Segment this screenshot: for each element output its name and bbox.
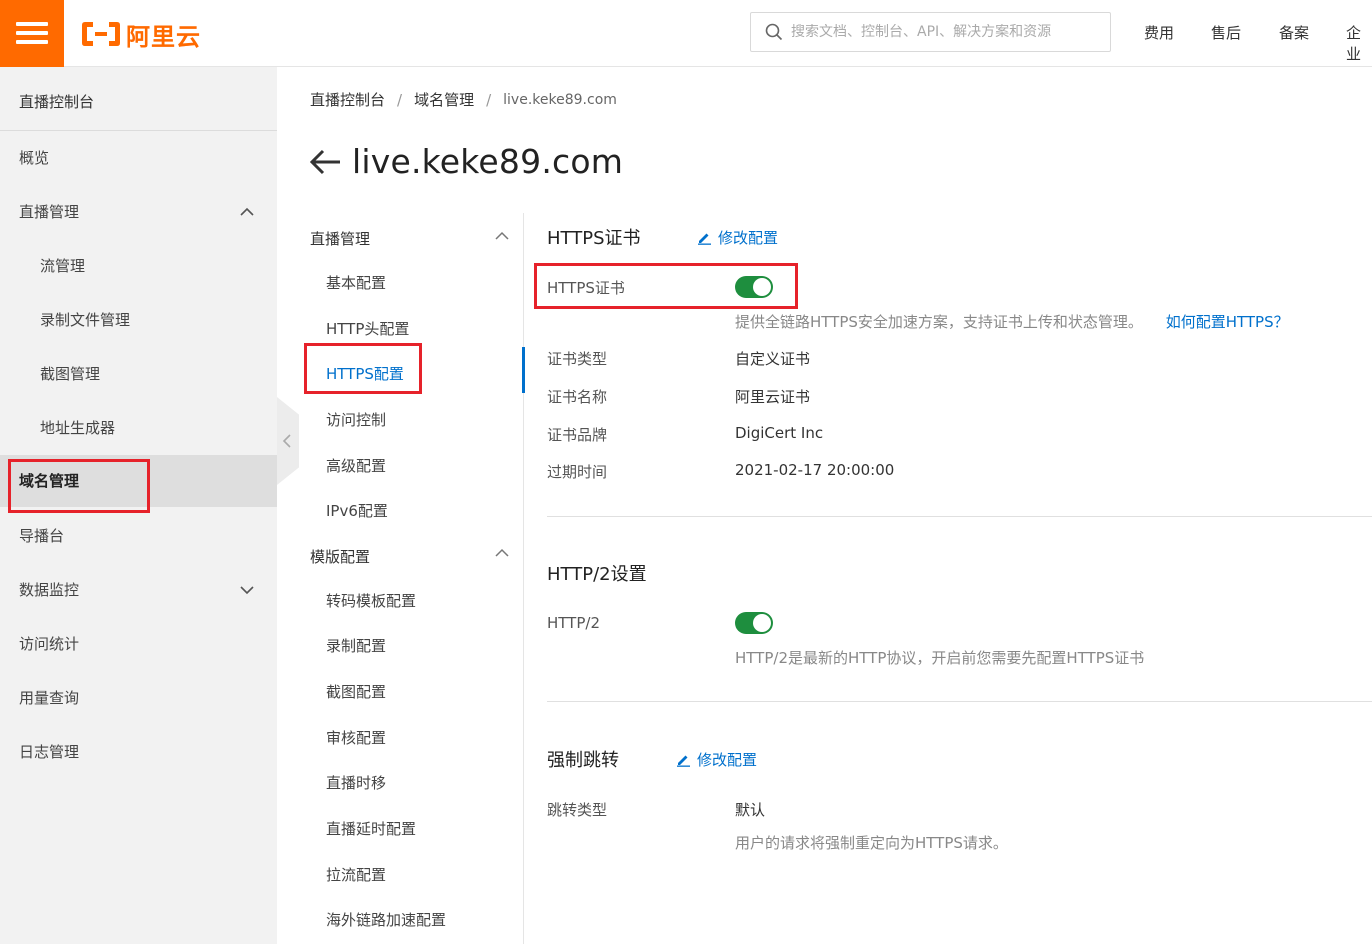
sidebar-item-stream-management[interactable]: 流管理 bbox=[0, 243, 277, 289]
sidebar-item-data-monitoring[interactable]: 数据监控 bbox=[0, 567, 277, 613]
edit-config-label: 修改配置 bbox=[718, 229, 779, 247]
top-bar: 阿里云 费用 售后 备案 企业 bbox=[0, 0, 1372, 67]
page-title: live.keke89.com bbox=[308, 142, 623, 181]
sidebar-item-url-generator[interactable]: 地址生成器 bbox=[0, 405, 277, 451]
http2-toggle[interactable] bbox=[735, 612, 773, 634]
chevron-up-icon[interactable] bbox=[494, 228, 510, 244]
sidebar-item-overview[interactable]: 概览 bbox=[0, 135, 277, 181]
redirect-section-title: 强制跳转 bbox=[547, 750, 619, 771]
https-hint: 提供全链路HTTPS安全加速方案，支持证书上传和状态管理。 如何配置HTTPS？ bbox=[735, 311, 1289, 332]
search-input[interactable] bbox=[791, 24, 1101, 40]
chevron-left-icon bbox=[282, 434, 291, 448]
aliyun-logo[interactable]: 阿里云 bbox=[80, 16, 201, 52]
sidebar-item-live-management[interactable]: 直播管理 bbox=[0, 189, 277, 235]
https-toggle[interactable] bbox=[735, 276, 773, 298]
submenu-pull-stream-config[interactable]: 拉流配置 bbox=[326, 864, 386, 885]
edit-icon bbox=[698, 233, 711, 245]
https-section-title: HTTPS证书 bbox=[547, 228, 641, 249]
breadcrumb-separator: / bbox=[397, 90, 403, 109]
submenu-delay-config[interactable]: 直播延时配置 bbox=[326, 818, 416, 839]
submenu-https-config[interactable]: HTTPS配置 bbox=[326, 363, 404, 384]
section-divider bbox=[547, 516, 1372, 517]
sidebar-title[interactable]: 直播控制台 bbox=[0, 67, 277, 131]
submenu-time-shift[interactable]: 直播时移 bbox=[326, 772, 386, 793]
search-icon bbox=[765, 23, 783, 41]
cert-name-value: 阿里云证书 bbox=[735, 388, 811, 406]
breadcrumb-live-console[interactable]: 直播控制台 bbox=[310, 89, 385, 110]
sidebar: 直播控制台 概览 直播管理 流管理 录制文件管理 截图管理 地址生成器 域名管理… bbox=[0, 67, 277, 944]
submenu-group-live-management[interactable]: 直播管理 bbox=[310, 228, 515, 249]
sidebar-item-access-stats[interactable]: 访问统计 bbox=[0, 621, 277, 667]
breadcrumb-separator: / bbox=[486, 90, 492, 109]
submenu-screenshot-config[interactable]: 截图配置 bbox=[326, 681, 386, 702]
redirect-hint: 用户的请求将强制重定向为HTTPS请求。 bbox=[735, 834, 1008, 852]
sidebar-item-domain-management[interactable]: 域名管理 bbox=[0, 455, 277, 507]
nav-fees[interactable]: 费用 bbox=[1144, 22, 1174, 43]
breadcrumb: 直播控制台 / 域名管理 / live.keke89.com bbox=[310, 89, 617, 110]
aliyun-logo-icon bbox=[82, 22, 120, 46]
back-arrow-icon[interactable] bbox=[308, 147, 342, 177]
nav-filing[interactable]: 备案 bbox=[1279, 22, 1309, 43]
menu-divider bbox=[523, 213, 524, 944]
cert-type-label: 证书类型 bbox=[547, 350, 608, 368]
domain-title: live.keke89.com bbox=[352, 142, 624, 181]
edit-icon bbox=[677, 755, 690, 767]
sidebar-item-log-management[interactable]: 日志管理 bbox=[0, 729, 277, 775]
submenu-overseas-acceleration[interactable]: 海外链路加速配置 bbox=[326, 909, 446, 930]
cert-brand-value: DigiCert Inc bbox=[735, 424, 824, 442]
breadcrumb-domain-management[interactable]: 域名管理 bbox=[414, 89, 474, 110]
expiry-time-value: 2021-02-17 20:00:00 bbox=[735, 461, 895, 479]
toggle-knob bbox=[753, 614, 771, 632]
search-box[interactable] bbox=[750, 12, 1111, 52]
chevron-up-icon[interactable] bbox=[494, 545, 510, 561]
submenu-group-template-config[interactable]: 模版配置 bbox=[310, 546, 515, 567]
logo-text: 阿里云 bbox=[126, 22, 201, 51]
nav-after-sales[interactable]: 售后 bbox=[1211, 22, 1241, 43]
section-divider bbox=[547, 701, 1372, 702]
active-menu-indicator bbox=[522, 347, 525, 393]
cert-name-label: 证书名称 bbox=[547, 388, 608, 406]
http2-toggle-label: HTTP/2 bbox=[547, 614, 600, 632]
chevron-up-icon[interactable] bbox=[239, 204, 255, 220]
submenu-access-control[interactable]: 访问控制 bbox=[326, 409, 386, 430]
redirect-type-value: 默认 bbox=[735, 801, 766, 819]
toggle-knob bbox=[753, 278, 771, 296]
sidebar-item-screenshot-management[interactable]: 截图管理 bbox=[0, 351, 277, 397]
https-toggle-label: HTTPS证书 bbox=[547, 279, 625, 297]
redirect-edit-config-link[interactable]: 修改配置 bbox=[676, 749, 757, 770]
submenu-transcode-template[interactable]: 转码模板配置 bbox=[326, 590, 416, 611]
sidebar-item-label: 直播管理 bbox=[19, 203, 80, 221]
redirect-type-label: 跳转类型 bbox=[547, 801, 608, 819]
submenu-advanced-config[interactable]: 高级配置 bbox=[326, 455, 386, 476]
submenu-recording-config[interactable]: 录制配置 bbox=[326, 635, 386, 656]
breadcrumb-current-domain: live.keke89.com bbox=[503, 91, 617, 108]
submenu-review-config[interactable]: 审核配置 bbox=[326, 727, 386, 748]
menu-icon[interactable] bbox=[0, 0, 64, 67]
https-hint-text: 提供全链路HTTPS安全加速方案，支持证书上传和状态管理。 bbox=[735, 313, 1143, 331]
sidebar-item-recording-files[interactable]: 录制文件管理 bbox=[0, 297, 277, 343]
sidebar-collapse-handle[interactable] bbox=[277, 397, 299, 485]
nav-enterprise[interactable]: 企业 bbox=[1346, 22, 1372, 64]
chevron-down-icon[interactable] bbox=[239, 582, 255, 598]
sidebar-item-director[interactable]: 导播台 bbox=[0, 513, 277, 559]
http2-hint: HTTP/2是最新的HTTP协议，开启前您需要先配置HTTPS证书 bbox=[735, 649, 1145, 667]
https-edit-config-link[interactable]: 修改配置 bbox=[697, 227, 778, 248]
sidebar-item-usage-query[interactable]: 用量查询 bbox=[0, 675, 277, 721]
submenu-basic-config[interactable]: 基本配置 bbox=[326, 272, 386, 293]
submenu-ipv6-config[interactable]: IPv6配置 bbox=[326, 500, 388, 521]
edit-config-label: 修改配置 bbox=[697, 751, 758, 769]
sidebar-item-label: 数据监控 bbox=[19, 581, 80, 599]
how-to-configure-https-link[interactable]: 如何配置HTTPS？ bbox=[1166, 313, 1289, 331]
http2-section-title: HTTP/2设置 bbox=[547, 564, 647, 585]
expiry-time-label: 过期时间 bbox=[547, 463, 608, 481]
submenu-http-header-config[interactable]: HTTP头配置 bbox=[326, 318, 409, 339]
cert-type-value: 自定义证书 bbox=[735, 350, 811, 368]
cert-brand-label: 证书品牌 bbox=[547, 426, 608, 444]
